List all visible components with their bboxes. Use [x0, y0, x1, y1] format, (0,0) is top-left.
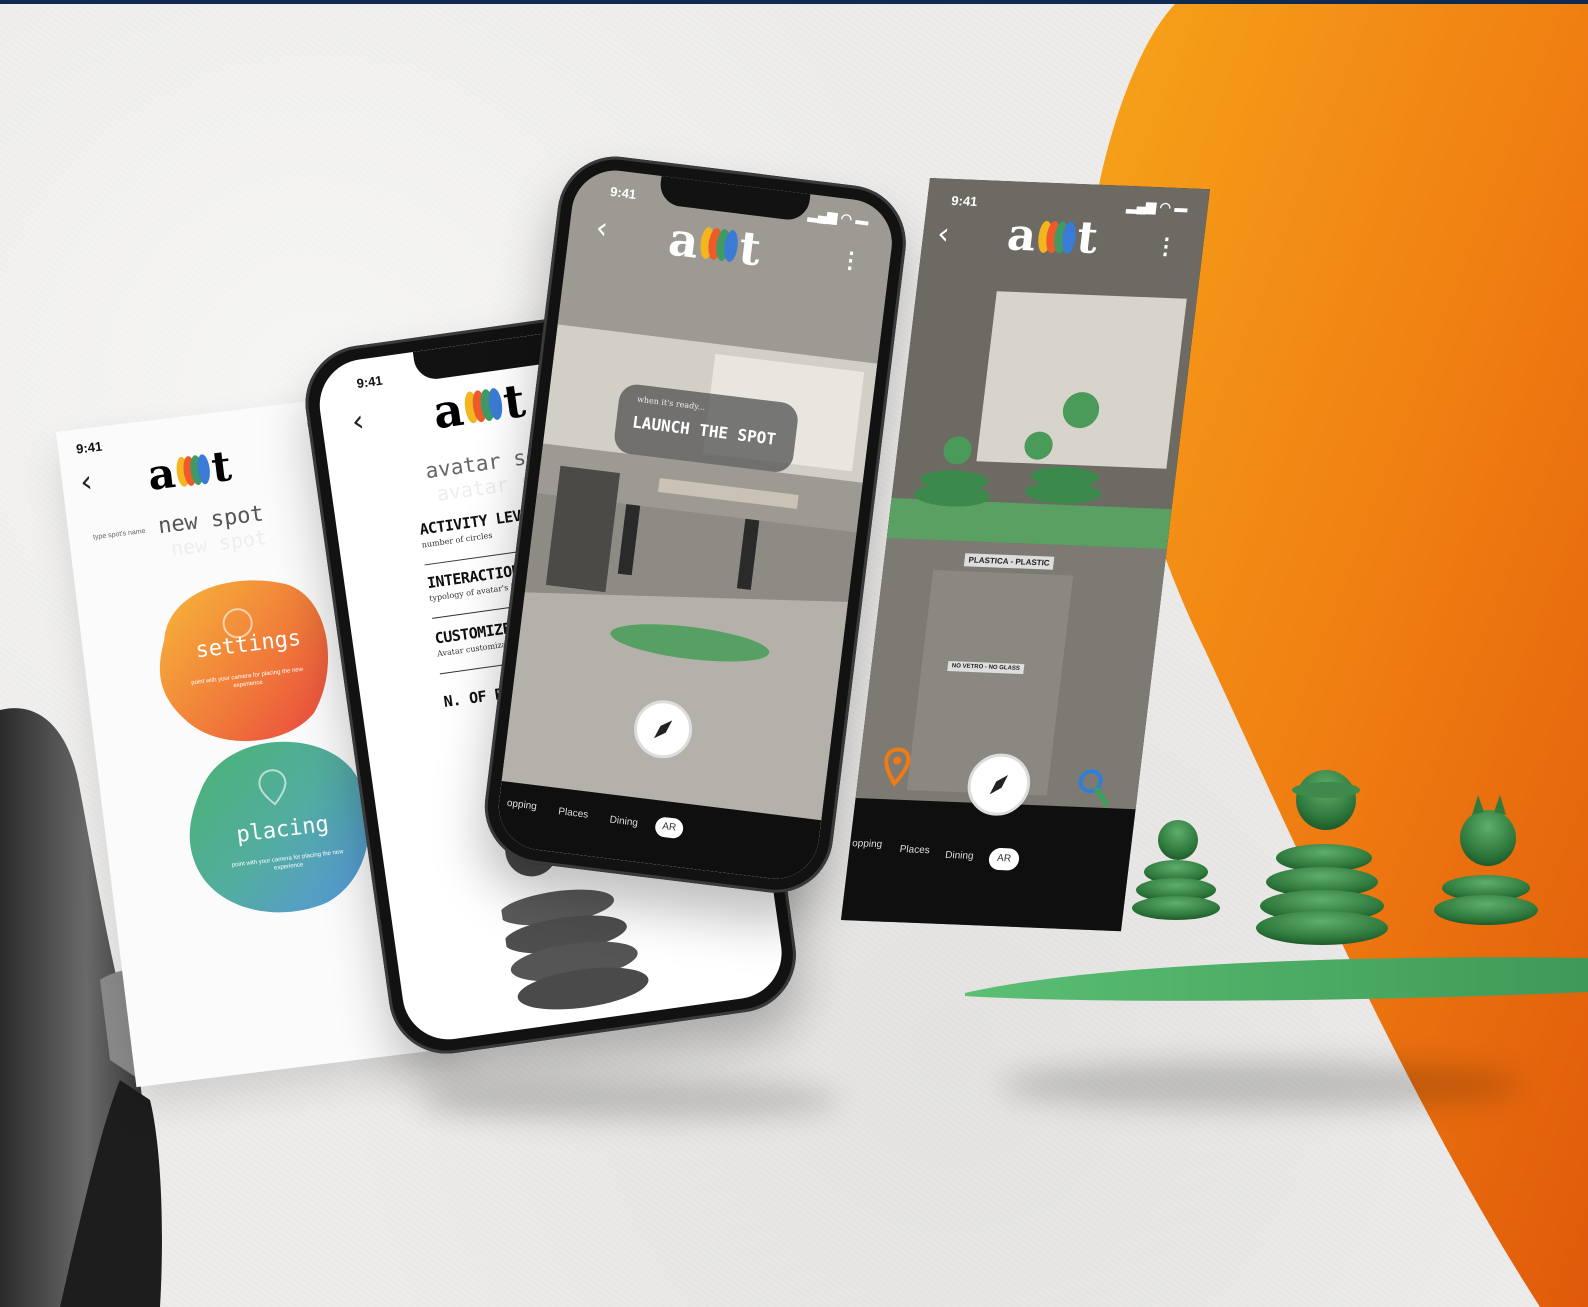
location-pin-icon[interactable]: [881, 747, 912, 788]
avatar-bush: [1132, 820, 1220, 920]
status-time: 9:41: [609, 183, 638, 202]
logo-letter-t: t: [499, 373, 529, 430]
app-logo: a t: [1004, 209, 1101, 264]
status-time: 9:41: [950, 192, 979, 210]
status-icons: ▂▄▆ ◠ ▬: [1125, 197, 1189, 216]
shadow: [420, 1080, 840, 1120]
more-options-icon[interactable]: ⋮: [1153, 233, 1178, 260]
avatar-hat: [1256, 770, 1388, 945]
app-logo: a t: [145, 441, 234, 500]
logo-rings: [698, 226, 740, 263]
back-icon[interactable]: ‹: [78, 464, 94, 500]
status-time: 9:41: [75, 438, 103, 457]
logo-letter-a: a: [665, 211, 702, 269]
logo-letter-a: a: [145, 447, 179, 500]
shadow: [1000, 1060, 1520, 1110]
logo-letter-a: a: [1004, 209, 1040, 262]
logo-letter-a: a: [429, 381, 467, 440]
back-icon[interactable]: ‹: [350, 404, 367, 440]
logo-rings: [175, 453, 212, 488]
launch-hint: when it's ready...: [636, 394, 706, 412]
tab-places[interactable]: Places: [899, 844, 930, 856]
compass-button[interactable]: [630, 696, 696, 762]
compass-icon: [653, 720, 673, 739]
tab-shopping[interactable]: opping: [851, 838, 882, 850]
logo-rings: [462, 387, 504, 425]
green-platform-avatars: [965, 770, 1588, 1001]
camera-scene: [493, 165, 897, 884]
app-logo: a t: [429, 373, 529, 440]
more-options-icon[interactable]: ⋮: [838, 246, 863, 274]
spot-name-label: type spot's name: [92, 527, 146, 542]
logo-rings: [1036, 220, 1077, 255]
logo-letter-t: t: [208, 441, 234, 493]
launch-label: LAUNCH THE SPOT: [631, 412, 777, 449]
launch-spot-screen: 9:41 ▂▄▆ ◠ ▬ ‹ a t ⋮ when it's ready... …: [493, 165, 897, 884]
avatar-ears: [1434, 795, 1538, 925]
app-logo: a t: [665, 211, 764, 277]
status-time: 9:41: [355, 372, 384, 392]
